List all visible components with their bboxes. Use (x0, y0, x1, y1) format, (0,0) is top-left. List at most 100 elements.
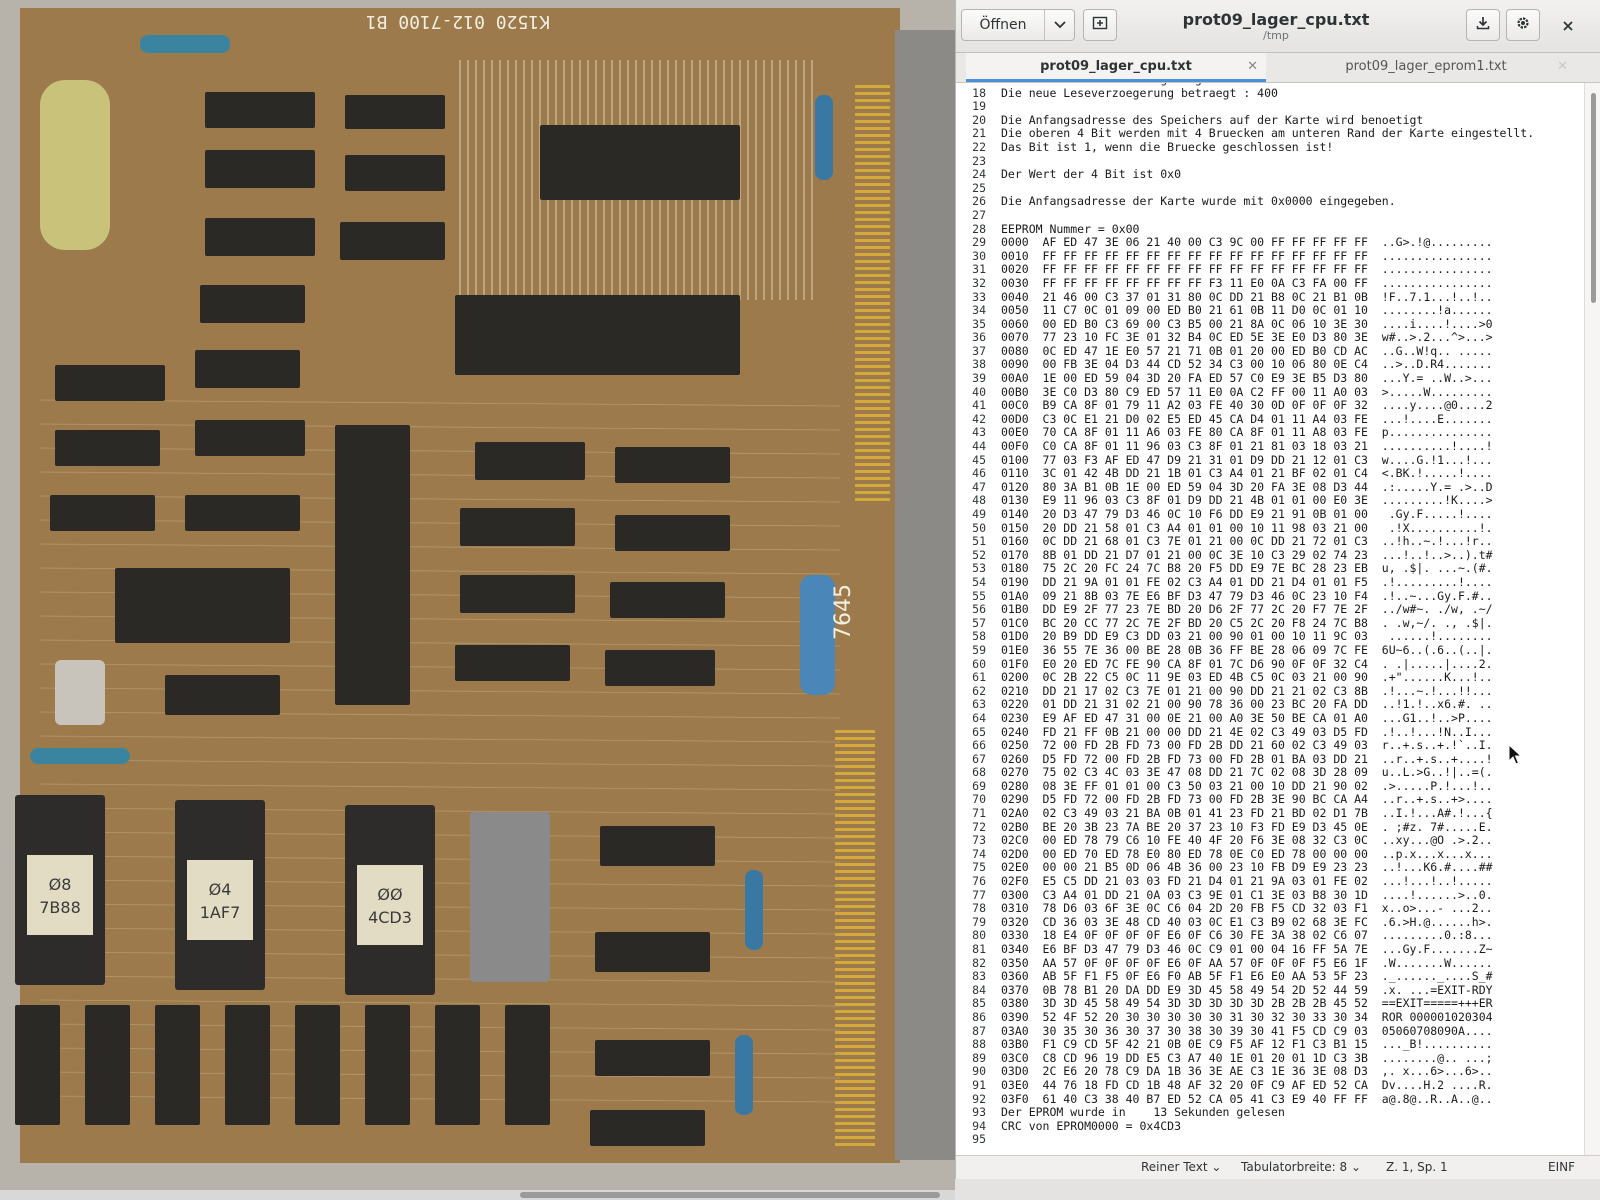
text-line[interactable]: 30 0010 FF FF FF FF FF FF FF FF FF FF FF … (956, 249, 1534, 264)
text-line[interactable]: 86 0390 52 4F 52 20 30 30 30 30 30 31 30 … (956, 1010, 1534, 1025)
text-line[interactable]: 95 (956, 1133, 1534, 1147)
text-line[interactable]: 62 0210 DD 21 17 02 C3 7E 01 21 00 90 DD … (956, 684, 1534, 699)
text-line[interactable]: 89 03C0 C8 CD 96 19 DD E5 C3 A7 40 1E 01 … (956, 1051, 1534, 1066)
text-line[interactable]: 91 03E0 44 76 18 FD CD 1B 48 AF 32 20 0F … (956, 1078, 1534, 1093)
line-text[interactable]: 0180 75 2C 20 FC 24 7C B8 20 F5 DD E9 7E… (1001, 561, 1493, 576)
line-text[interactable]: 0260 D5 FD 72 00 FD 2B FD 73 00 FD 2B 01… (1001, 752, 1493, 766)
chevron-down-icon[interactable] (1045, 10, 1074, 40)
line-text[interactable]: 0370 0B 78 B1 20 DA DD E9 3D 45 58 49 54… (1001, 983, 1493, 997)
tab-width-selector[interactable]: Tabulatorbreite: 8 ⌄ (1241, 1160, 1361, 1174)
line-text[interactable]: 0060 00 ED B0 C3 69 00 C3 B5 00 21 8A 0C… (1001, 317, 1493, 331)
text-line[interactable]: 33 0040 21 46 00 C3 37 01 31 80 0C DD 21 … (956, 290, 1534, 305)
new-tab-button[interactable] (1083, 9, 1117, 41)
text-line[interactable]: 54 0190 DD 21 9A 01 01 FE 02 C3 A4 01 DD … (956, 575, 1534, 590)
text-line[interactable]: 39 00A0 1E 00 ED 59 04 3D 20 FA ED 57 C0 … (956, 371, 1534, 386)
text-line[interactable]: 61 0200 0C 2B 22 C5 0C 11 9E 03 ED 4B C5 … (956, 670, 1534, 685)
line-text[interactable]: 0340 E6 BF D3 47 79 D3 46 0C C9 01 00 04… (1001, 942, 1493, 956)
line-text[interactable]: CRC von EPROM0000 = 0x4CD3 (1001, 1119, 1181, 1133)
text-line[interactable]: 37 0080 0C ED 47 1E E0 57 21 71 0B 01 20 … (956, 344, 1534, 359)
line-text[interactable]: 0290 D5 FD 72 00 FD 2B FD 73 00 FD 2B 3E… (1001, 792, 1493, 807)
line-text[interactable]: Das Bit ist 1, wenn die Bruecke geschlos… (1001, 140, 1333, 154)
line-text[interactable]: 02D0 00 ED 70 ED 78 E0 80 ED 78 0E C0 ED… (1001, 847, 1493, 861)
text-view[interactable]: 17Die aktuelle Leseverzoegerung ist : 40… (956, 83, 1600, 1155)
text-line[interactable]: 52 0170 8B 01 DD 21 D7 01 21 00 0C 3E 10 … (956, 548, 1534, 563)
line-text[interactable]: Die Anfangsadresse der Karte wurde mit 0… (1001, 194, 1396, 209)
text-line[interactable]: 79 0320 CD 36 03 3E 48 CD 40 03 0C E1 C3 … (956, 915, 1534, 930)
text-line[interactable]: 84 0370 0B 78 B1 20 DA DD E9 3D 45 58 49 … (956, 983, 1534, 998)
line-text[interactable]: 0130 E9 11 96 03 C3 8F 01 D9 DD 21 4B 01… (1001, 493, 1493, 508)
line-text[interactable]: 0380 3D 3D 45 58 49 54 3D 3D 3D 3D 3D 2B… (1001, 996, 1493, 1011)
line-text[interactable]: 0010 FF FF FF FF FF FF FF FF FF FF FF FF… (1001, 249, 1493, 263)
close-window-button[interactable] (1558, 16, 1578, 36)
line-text[interactable]: 0270 75 02 C3 4C 03 3E 47 08 DD 21 7C 02… (1001, 765, 1493, 779)
horizontal-scrollbar[interactable] (0, 1190, 955, 1200)
line-text[interactable]: 03E0 44 76 18 FD CD 1B 48 AF 32 20 0F C9… (1001, 1078, 1493, 1092)
text-line[interactable]: 51 0160 0C DD 21 68 01 C3 7E 01 21 00 0C … (956, 534, 1534, 549)
line-text[interactable]: 02E0 00 00 21 B5 0D 06 4B 36 00 23 10 FB… (1001, 860, 1493, 875)
line-text[interactable]: 0150 20 DD 21 58 01 C3 A4 01 01 00 10 11… (1001, 521, 1493, 535)
text-line[interactable]: 70 0290 D5 FD 72 00 FD 2B FD 73 00 FD 2B … (956, 793, 1534, 807)
text-line[interactable]: 25 (956, 181, 1534, 196)
text-line[interactable]: 69 0280 08 3E FF 01 01 00 C3 50 03 21 00 … (956, 779, 1534, 794)
line-text[interactable]: 0280 08 3E FF 01 01 00 C3 50 03 21 00 10… (1001, 779, 1493, 793)
text-line[interactable]: 49 0140 20 D3 47 79 D3 46 0C 10 F6 DD E9 … (956, 507, 1534, 522)
text-line[interactable]: 21 Die oberen 4 Bit werden mit 4 Bruecken… (956, 127, 1534, 141)
text-line[interactable]: 20 Die Anfangsadresse des Speichers auf d… (956, 113, 1534, 128)
line-text[interactable]: 0050 11 C7 0C 01 09 00 ED B0 21 61 0B 11… (1001, 303, 1493, 317)
text-line[interactable]: 85 0380 3D 3D 45 58 49 54 3D 3D 3D 3D 3D … (956, 997, 1534, 1011)
line-text[interactable]: 0090 00 FB 3E 04 D3 44 CD 52 34 C3 00 10… (1001, 357, 1493, 372)
line-text[interactable]: 03F0 61 40 C3 38 40 B7 ED 52 CA 05 41 C3… (1001, 1092, 1493, 1106)
line-text[interactable]: Der Wert der 4 Bit ist 0x0 (1001, 167, 1181, 181)
line-text[interactable]: 0200 0C 2B 22 C5 0C 11 9E 03 ED 4B C5 0C… (1001, 670, 1493, 684)
close-icon[interactable]: ✕ (1557, 53, 1568, 81)
line-text[interactable]: 0210 DD 21 17 02 C3 7E 01 21 00 90 DD 21… (1001, 684, 1493, 698)
text-line[interactable]: 80 0330 18 E4 0F 0F 0F 0F E6 0F C6 30 FE … (956, 929, 1534, 943)
line-text[interactable]: 0110 3C 01 42 4B DD 21 1B 01 C3 A4 01 21… (1001, 466, 1493, 480)
text-line[interactable]: 83 0360 AB 5F F1 F5 0F E6 F0 AB 5F F1 E6 … (956, 969, 1534, 984)
line-text[interactable]: 0170 8B 01 DD 21 D7 01 21 00 0C 3E 10 C3… (1001, 548, 1493, 562)
scrollbar-thumb[interactable] (520, 1192, 940, 1198)
text-line[interactable]: 76 02F0 E5 C5 DD 21 03 03 FD 21 D4 01 21 … (956, 874, 1534, 889)
text-line[interactable]: 31 0020 FF FF FF FF FF FF FF FF FF FF FF … (956, 263, 1534, 277)
text-line[interactable]: 27 (956, 208, 1534, 223)
line-text[interactable]: 01B0 DD E9 2F 77 23 7E BD 20 D6 2F 77 2C… (1001, 602, 1493, 616)
text-line[interactable]: 48 0130 E9 11 96 03 C3 8F 01 D9 DD 21 4B … (956, 494, 1534, 508)
text-line[interactable]: 77 0300 C3 A4 01 DD 21 0A 03 C3 9E 01 C1 … (956, 888, 1534, 903)
text-line[interactable]: 32 0030 FF FF FF FF FF FF FF FF F3 11 E0 … (956, 276, 1534, 291)
text-line[interactable]: 55 01A0 09 21 8B 03 7E E6 BF D3 47 79 D3 … (956, 589, 1534, 604)
line-text[interactable]: Die neue Leseverzoegerung betraegt : 400 (1001, 86, 1278, 100)
line-text[interactable]: 0020 FF FF FF FF FF FF FF FF FF FF FF FF… (1001, 262, 1493, 277)
line-text[interactable]: 0030 FF FF FF FF FF FF FF FF F3 11 E0 0A… (1001, 276, 1493, 290)
line-text[interactable]: 0360 AB 5F F1 F5 0F E6 F0 AB 5F F1 E6 E0… (1001, 969, 1493, 983)
line-text[interactable]: 0250 72 00 FD 2B FD 73 00 FD 2B DD 21 60… (1001, 738, 1493, 752)
line-text[interactable]: 02A0 02 C3 49 03 21 BA 0B 01 41 23 FD 21… (1001, 806, 1493, 820)
text-line[interactable]: 88 03B0 F1 C9 CD 5F 42 21 0B 0E C9 F5 AF … (956, 1037, 1534, 1052)
text-line[interactable]: 78 0310 78 D6 03 6F 3E 0C C6 04 2D 20 FB … (956, 901, 1534, 916)
text-line[interactable]: 50 0150 20 DD 21 58 01 C3 A4 01 01 00 10 … (956, 521, 1534, 536)
line-text[interactable]: 00A0 1E 00 ED 59 04 3D 20 FA ED 57 C0 E9… (1001, 371, 1493, 385)
line-text[interactable]: 00F0 C0 CA 8F 01 11 96 03 C3 8F 01 21 81… (1001, 439, 1493, 453)
line-text[interactable]: 0310 78 D6 03 6F 3E 0C C6 04 2D 20 FB F5… (1001, 901, 1493, 915)
line-text[interactable]: Die oberen 4 Bit werden mit 4 Bruecken a… (1001, 126, 1534, 141)
text-line[interactable]: 72 02B0 BE 20 3B 23 7A BE 20 37 23 10 F3 … (956, 820, 1534, 835)
text-line[interactable]: 65 0240 FD 21 FF 0B 21 00 00 DD 21 4E 02 … (956, 725, 1534, 740)
document-content[interactable]: 17Die aktuelle Leseverzoegerung ist : 40… (956, 83, 1534, 1147)
language-selector[interactable]: Reiner Text ⌄ (1141, 1160, 1221, 1174)
text-line[interactable]: 92 03F0 61 40 C3 38 40 B7 ED 52 CA 05 41 … (956, 1092, 1534, 1107)
text-line[interactable]: 19 (956, 100, 1534, 114)
text-line[interactable]: 18 Die neue Leseverzoegerung betraegt : 4… (956, 86, 1534, 101)
text-line[interactable]: 42 00D0 C3 0C E1 21 D0 02 E5 ED 45 CA D4 … (956, 412, 1534, 427)
line-text[interactable]: 0300 C3 A4 01 DD 21 0A 03 C3 9E 01 C1 3E… (1001, 888, 1493, 902)
open-button[interactable]: Öffnen (961, 9, 1075, 41)
line-text[interactable]: 0120 80 3A B1 0B 1E 00 ED 59 04 3D 20 FA… (1001, 480, 1493, 494)
vertical-scrollbar[interactable] (1584, 83, 1600, 1155)
line-text[interactable]: 03A0 30 35 30 36 30 37 30 38 30 39 30 41… (1001, 1024, 1493, 1038)
line-text[interactable]: 03D0 2C E6 20 78 C9 DA 1B 36 3E AE C3 1E… (1001, 1064, 1493, 1079)
text-line[interactable]: 38 0090 00 FB 3E 04 D3 44 CD 52 34 C3 00 … (956, 358, 1534, 372)
line-text[interactable]: 0070 77 23 10 FC 3E 01 32 B4 0C ED 5E 3E… (1001, 330, 1493, 344)
line-text[interactable]: 0100 77 03 F3 AF ED 47 D9 21 31 01 D9 DD… (1001, 453, 1493, 467)
line-text[interactable]: 03C0 C8 CD 96 19 DD E5 C3 A7 40 1E 01 20… (1001, 1051, 1493, 1065)
line-text[interactable]: 01D0 20 B9 DD E9 C3 DD 03 21 00 90 01 00… (1001, 629, 1493, 644)
line-text[interactable]: 0080 0C ED 47 1E E0 57 21 71 0B 01 20 00… (1001, 344, 1493, 358)
line-text[interactable]: 00B0 3E C0 D3 80 C9 ED 57 11 E0 0A C2 FF… (1001, 385, 1493, 399)
